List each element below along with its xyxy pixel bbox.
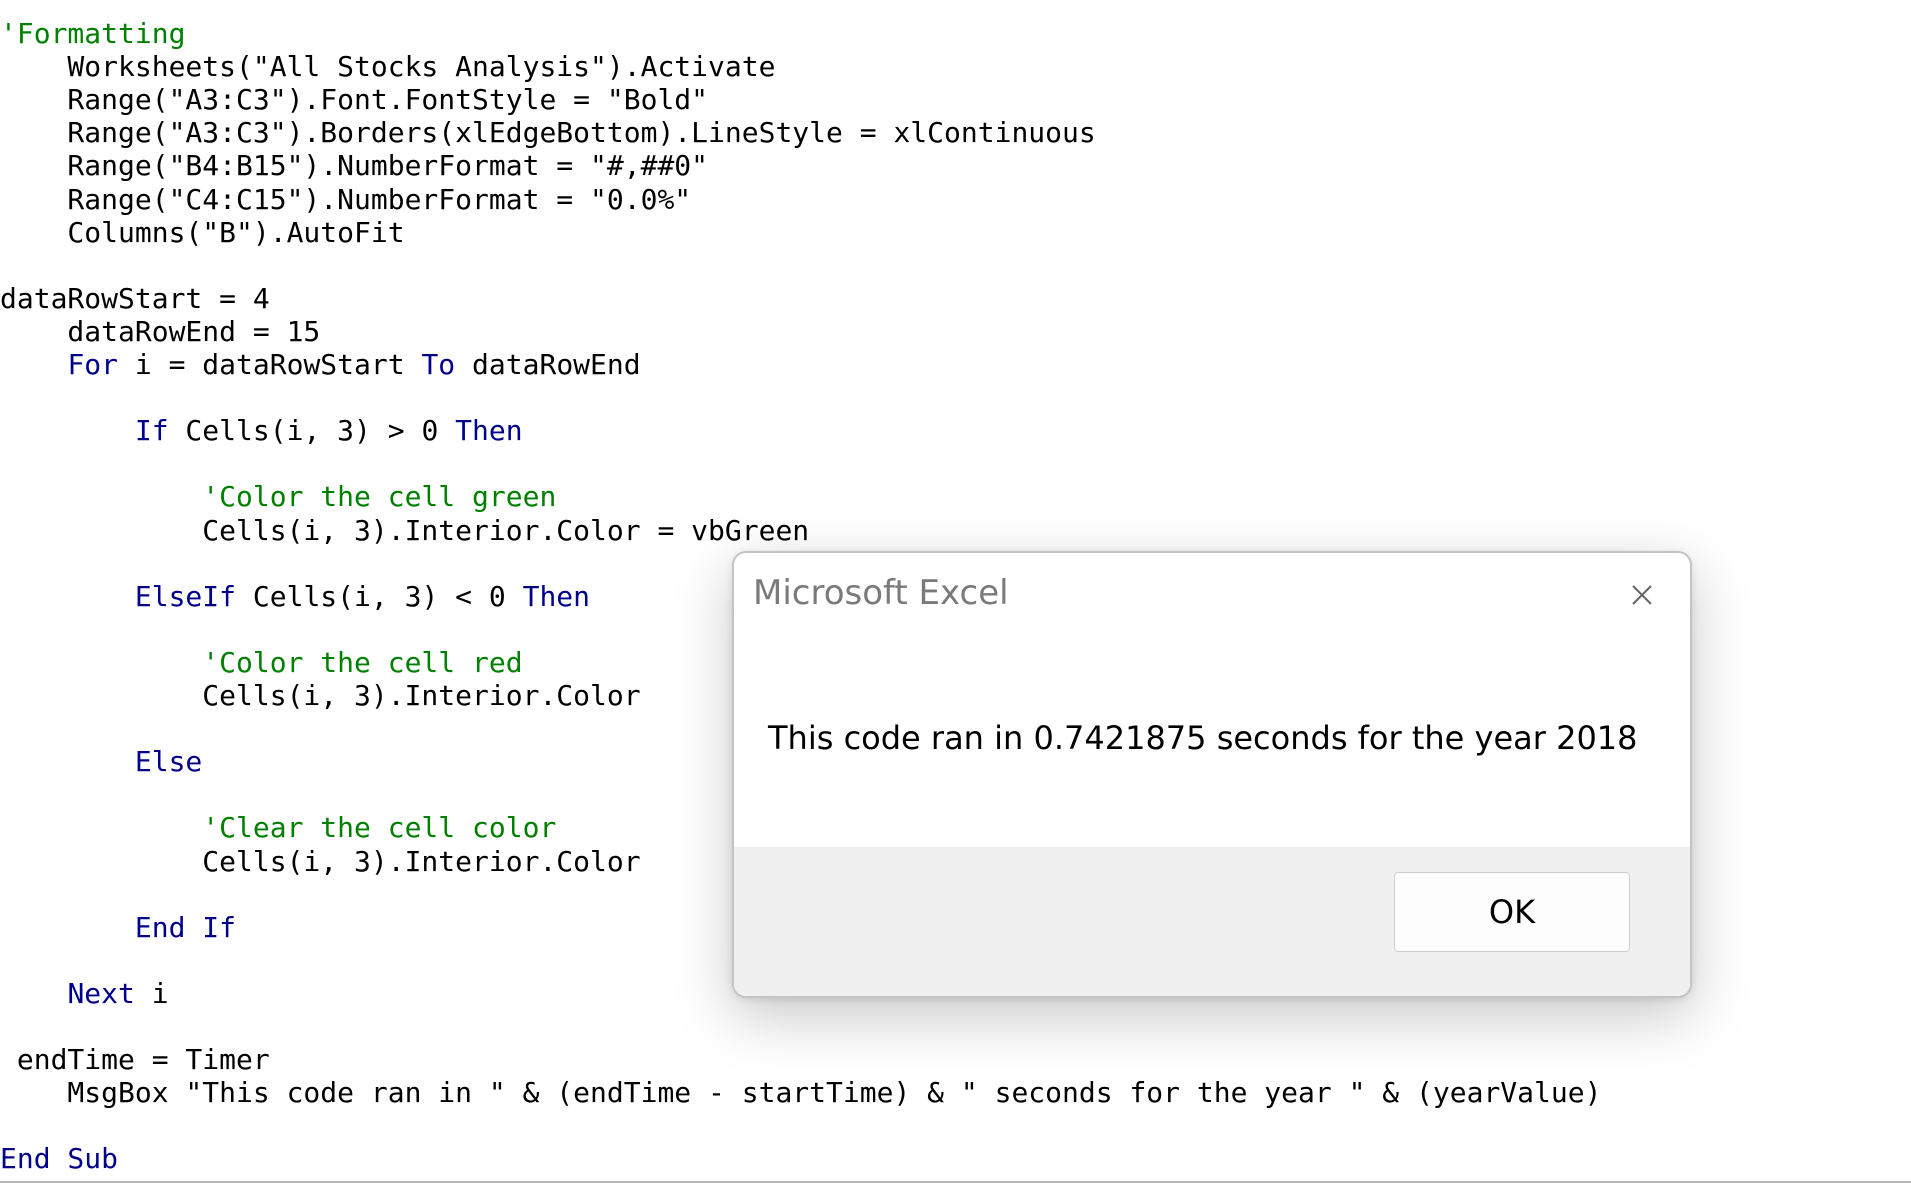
code-keyword: For (67, 348, 119, 381)
ok-button[interactable]: OK (1394, 872, 1630, 952)
code-text: Range("C4:C15").NumberFormat = "0.0%" (0, 182, 692, 216)
code-text: Cells(i, 3) > 0 (168, 414, 456, 448)
code-comment: 'Clear the cell color (0, 811, 557, 845)
code-line: 'Color the cell green (0, 481, 556, 513)
code-comment: 'Color the cell red (0, 645, 523, 679)
code-line: Range("C4:C15").NumberFormat = "0.0%" (0, 182, 692, 216)
code-keyword: Then (522, 579, 591, 613)
code-text: dataRowEnd (455, 348, 641, 381)
dialog-title: Microsoft Excel (753, 573, 1009, 613)
code-line: MsgBox "This code ran in " & (endTime - … (0, 1077, 1601, 1109)
code-keyword: Else (134, 745, 203, 779)
code-line: dataRowEnd = 15 (0, 314, 321, 348)
code-line: 'Formatting (0, 18, 185, 50)
code-text: Cells(i, 3) < 0 (236, 579, 523, 613)
close-icon (1632, 585, 1652, 605)
code-line: endTime = Timer (0, 1044, 270, 1076)
code-text: Columns("B").AutoFit (0, 215, 405, 249)
code-line: 'Color the cell red (0, 645, 523, 679)
code-line: Range("A3:C3").Font.FontStyle = "Bold" (0, 84, 708, 116)
code-comment: 'Formatting (0, 17, 186, 50)
code-keyword: End Sub (0, 1142, 119, 1176)
code-line: Next i (0, 976, 169, 1010)
code-line: Worksheets("All Stocks Analysis").Activa… (0, 51, 775, 83)
dialog-message: This code ran in 0.7421875 seconds for t… (768, 719, 1638, 757)
code-keyword: ElseIf (134, 579, 237, 613)
code-line: 'Clear the cell color (0, 812, 556, 844)
code-line: Range("A3:C3").Borders(xlEdgeBottom).Lin… (0, 116, 1096, 150)
code-text: Range("B4:B15").NumberFormat = "#,##0" (0, 149, 709, 183)
editor-divider (0, 1181, 1911, 1183)
code-line: For i = dataRowStart To dataRowEnd (0, 348, 641, 381)
code-keyword: Next (67, 976, 135, 1010)
code-text: Range("A3:C3").Borders(xlEdgeBottom).Lin… (0, 116, 1096, 150)
code-text: Range("A3:C3").Font.FontStyle = "Bold" (0, 83, 709, 117)
code-line: Else (0, 746, 202, 778)
code-text: Cells(i, 3).Interior.Color (0, 844, 641, 878)
code-text: Worksheets("All Stocks Analysis").Activa… (0, 50, 776, 84)
code-text: i = dataRowStart (118, 348, 422, 381)
code-line: Cells(i, 3).Interior.Color (0, 844, 641, 878)
code-line: dataRowStart = 4 (0, 281, 270, 315)
code-text: Cells(i, 3).Interior.Color = vbGreen (0, 513, 810, 547)
code-line: End Sub (0, 1143, 118, 1175)
close-button[interactable] (1618, 571, 1666, 619)
code-line: If Cells(i, 3) > 0 Then (0, 415, 523, 447)
dialog-footer: OK (734, 847, 1690, 996)
code-line: Cells(i, 3).Interior.Color = vbGreen (0, 513, 810, 547)
code-text: i (134, 976, 169, 1010)
code-line: End If (0, 910, 237, 944)
code-text: Cells(i, 3).Interior.Color (0, 679, 641, 712)
code-line: ElseIf Cells(i, 3) < 0 Then (0, 579, 591, 613)
code-text: MsgBox "This code ran in " & (endTime - … (0, 1076, 1602, 1110)
code-keyword: If (134, 414, 169, 448)
code-comment: 'Color the cell green (0, 480, 557, 514)
code-line: Range("B4:B15").NumberFormat = "#,##0" (0, 150, 708, 182)
code-text: dataRowEnd = 15 (0, 314, 321, 348)
code-text: endTime = Timer (0, 1043, 270, 1077)
code-text: dataRowStart = 4 (0, 281, 270, 315)
message-box-dialog: Microsoft Excel This code ran in 0.74218… (732, 551, 1692, 998)
code-line: Cells(i, 3).Interior.Color (0, 679, 641, 712)
code-keyword: To (421, 348, 456, 381)
code-line: Columns("B").AutoFit (0, 215, 405, 249)
code-keyword: End If (134, 910, 237, 944)
code-keyword: Then (455, 414, 523, 448)
